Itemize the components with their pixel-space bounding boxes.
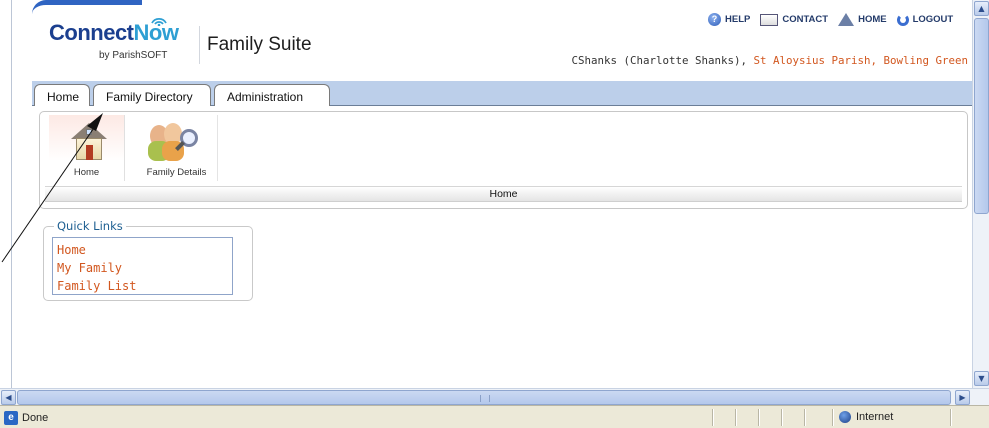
browser-status-bar: e Done Internet bbox=[0, 405, 989, 428]
status-divider bbox=[712, 409, 713, 426]
scroll-grip-icon bbox=[480, 395, 490, 402]
help-icon: ? bbox=[708, 13, 721, 26]
contact-icon bbox=[760, 13, 779, 26]
logout-label: LOGOUT bbox=[912, 14, 954, 25]
browser-viewport: ConnectNow by ParishSOFT Family Suite ? … bbox=[12, 0, 972, 388]
status-divider bbox=[950, 409, 951, 426]
status-divider bbox=[758, 409, 759, 426]
internet-globe-icon bbox=[839, 411, 851, 423]
browser-frame-left bbox=[0, 0, 12, 406]
user-name: CShanks (Charlotte Shanks), bbox=[571, 54, 747, 67]
main-tab-bar: Home Family Directory Administration bbox=[32, 81, 972, 106]
scroll-left-icon[interactable]: ◀ bbox=[1, 390, 16, 405]
help-link[interactable]: ? HELP bbox=[708, 13, 750, 26]
toolbar-section-label: Home bbox=[45, 186, 962, 202]
toolbar-panel: Home Family Details Home bbox=[39, 111, 968, 209]
parish-link[interactable]: St Aloysius Parish, Bowling Green bbox=[753, 54, 968, 67]
family-search-icon bbox=[148, 119, 202, 163]
toolbar-family-details-button[interactable]: Family Details bbox=[136, 115, 218, 181]
status-divider bbox=[804, 409, 805, 426]
toolbar-home-label: Home bbox=[73, 167, 100, 178]
status-text: Done bbox=[22, 412, 49, 424]
quick-link-family-list[interactable]: Family List bbox=[57, 277, 228, 295]
home-link[interactable]: HOME bbox=[838, 13, 887, 26]
header-swoosh bbox=[32, 0, 142, 14]
quick-links-title: Quick Links bbox=[54, 219, 126, 233]
logout-link[interactable]: LOGOUT bbox=[896, 13, 954, 26]
scroll-right-icon[interactable]: ▶ bbox=[955, 390, 970, 405]
quick-link-my-family[interactable]: My Family bbox=[57, 259, 228, 277]
contact-link[interactable]: CONTACT bbox=[760, 13, 829, 26]
vertical-scroll-thumb[interactable] bbox=[974, 18, 989, 214]
vertical-scrollbar[interactable]: ▲ ▼ bbox=[972, 0, 989, 388]
user-info: CShanks (Charlotte Shanks), St Aloysius … bbox=[571, 54, 968, 67]
quick-links-fieldset: Quick Links Home My Family Family List bbox=[43, 219, 253, 301]
page-header: ConnectNow by ParishSOFT Family Suite ? … bbox=[12, 0, 972, 80]
suite-title: Family Suite bbox=[207, 34, 312, 55]
header-divider bbox=[199, 26, 200, 64]
ie-page-icon: e bbox=[4, 411, 18, 425]
connectnow-logo: ConnectNow by ParishSOFT bbox=[49, 17, 179, 61]
scroll-down-icon[interactable]: ▼ bbox=[974, 371, 989, 386]
status-divider bbox=[735, 409, 736, 426]
house-icon bbox=[71, 123, 107, 161]
zone-label: Internet bbox=[856, 411, 894, 423]
tab-home[interactable]: Home bbox=[34, 84, 90, 106]
contact-label: CONTACT bbox=[782, 14, 829, 25]
top-links: ? HELP CONTACT HOME LOGOUT bbox=[708, 13, 953, 26]
horizontal-scrollbar[interactable]: ◀ ▶ bbox=[0, 388, 989, 405]
status-divider bbox=[781, 409, 782, 426]
toolbar-home-button[interactable]: Home bbox=[49, 115, 125, 181]
tab-family-directory[interactable]: Family Directory bbox=[93, 84, 211, 106]
logo-tagline: by ParishSOFT bbox=[99, 50, 168, 61]
status-done: e Done bbox=[4, 411, 48, 425]
quick-links-list: Home My Family Family List bbox=[52, 237, 233, 295]
security-zone[interactable]: Internet bbox=[839, 411, 893, 423]
home-icon bbox=[838, 13, 855, 26]
logo-connect: Connect bbox=[49, 20, 134, 45]
status-divider bbox=[832, 409, 833, 426]
logout-icon bbox=[896, 13, 909, 26]
quick-link-home[interactable]: Home bbox=[57, 241, 228, 259]
toolbar-family-details-label: Family Details bbox=[146, 167, 207, 178]
wifi-signal-icon bbox=[151, 17, 167, 26]
home-label: HOME bbox=[858, 14, 887, 25]
help-label: HELP bbox=[725, 14, 751, 25]
horizontal-scroll-thumb[interactable] bbox=[17, 390, 951, 405]
scroll-up-icon[interactable]: ▲ bbox=[974, 1, 989, 16]
tab-administration[interactable]: Administration bbox=[214, 84, 330, 106]
